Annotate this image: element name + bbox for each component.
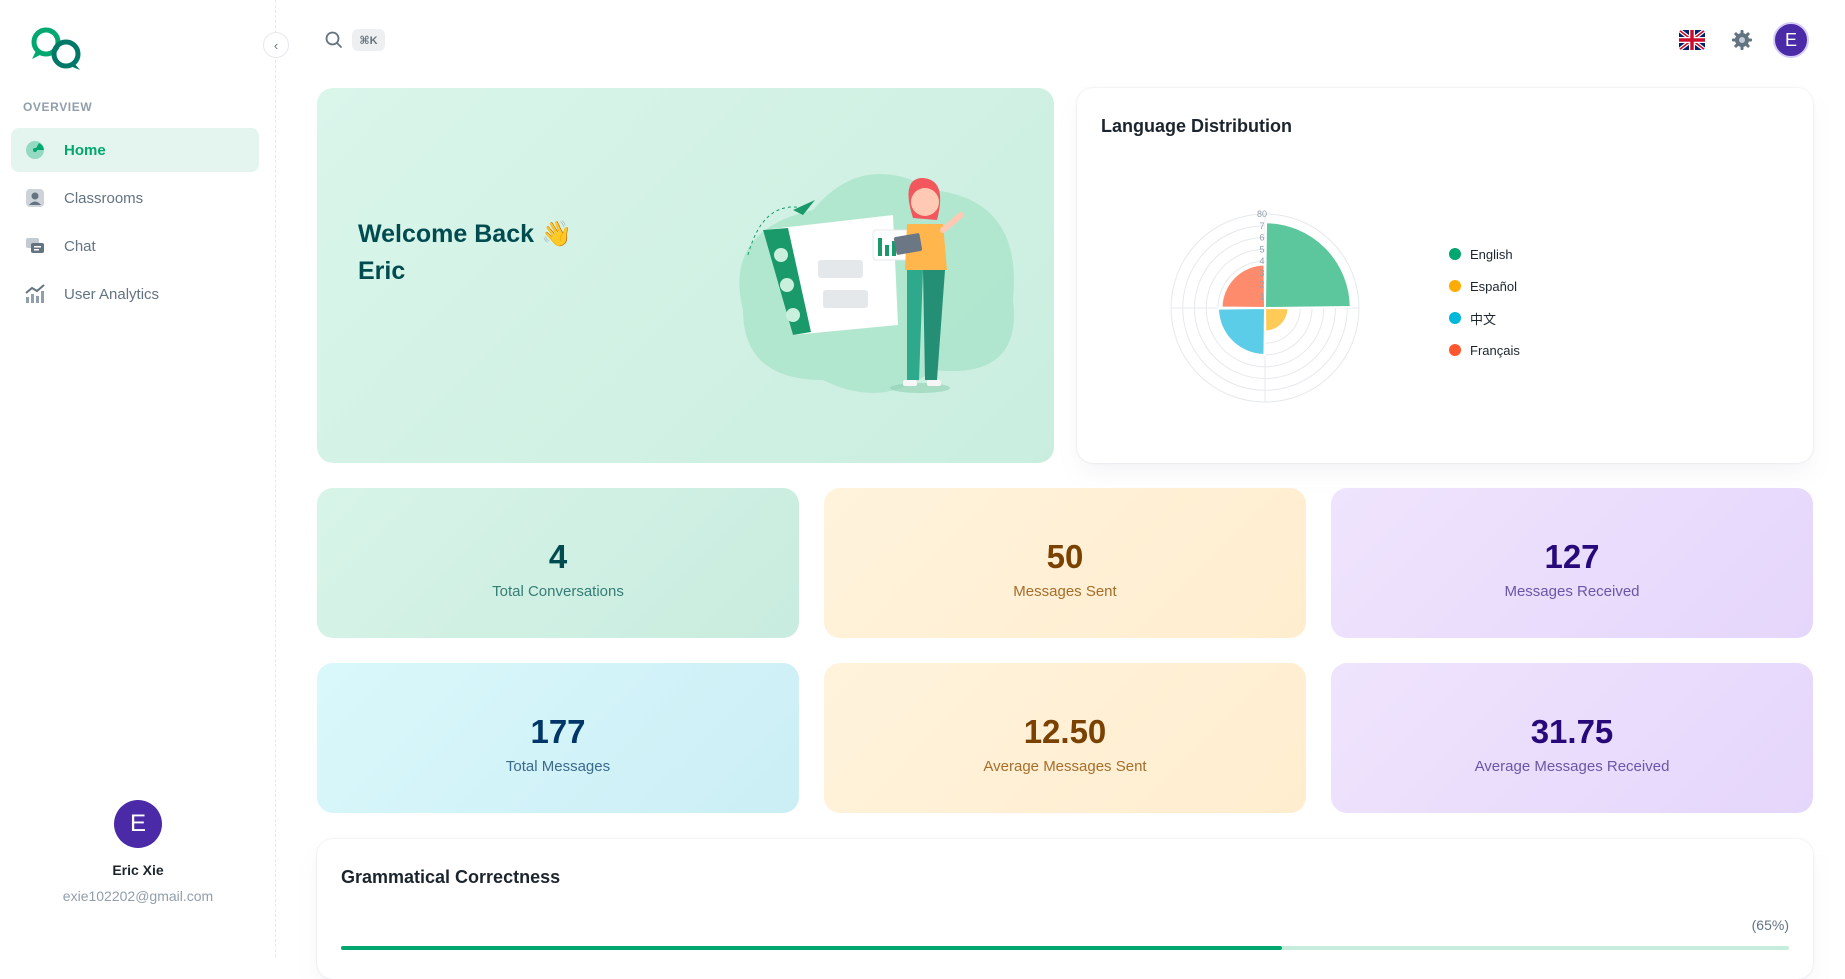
stat-value: 127 <box>1544 538 1600 575</box>
stat-value: 177 <box>530 713 586 750</box>
polar-tick-label: 2 <box>1259 280 1264 290</box>
sidebar-item-label: Home <box>64 141 106 159</box>
welcome-message: Welcome Back 👋 Eric <box>358 216 572 290</box>
sidebar-item-label: Classrooms <box>64 189 144 207</box>
sidebar-item-home[interactable]: Home <box>11 128 259 172</box>
search-icon[interactable] <box>324 30 344 50</box>
legend-label: Español <box>1470 278 1517 294</box>
stat-card-total-messages: 177 Total Messages <box>317 663 799 813</box>
user-email: exie102202@gmail.com <box>62 888 214 904</box>
stat-label: Total Messages <box>505 758 611 775</box>
stat-card-messages-received: 127 Messages Received <box>1331 488 1813 638</box>
legend-item[interactable]: 中文 <box>1449 302 1520 334</box>
stat-label: Messages Sent <box>1013 583 1117 600</box>
chart-legend: English Español 中文 Français <box>1449 238 1520 366</box>
stat-label: Total Conversations <box>492 583 624 600</box>
language-distribution-card: Language Distribution 80 7 6 5 4 3 2 1 English … <box>1077 88 1813 463</box>
polar-sector-Español[interactable] <box>1263 306 1290 333</box>
user-name: Eric Xie <box>112 862 164 878</box>
stat-card-messages-sent: 50 Messages Sent <box>824 488 1306 638</box>
language-polar-chart: 807654321 <box>1170 209 1360 403</box>
grammatical-correctness-card: Grammatical Correctness (65%) <box>317 839 1813 979</box>
gear-icon[interactable] <box>1731 29 1753 51</box>
legend-item[interactable]: Español <box>1449 270 1520 302</box>
user-icon <box>24 187 46 209</box>
polar-tick-label: 6 <box>1259 233 1264 243</box>
progress-track <box>341 946 1789 950</box>
stat-card-average-messages-received: 31.75 Average Messages Received <box>1331 663 1813 813</box>
sidebar-item-chat[interactable]: Chat <box>11 224 259 268</box>
card-title: Language Distribution <box>1101 116 1292 136</box>
polar-tick-label: 80 <box>1257 209 1267 219</box>
sidebar-user-profile: E Eric Xie exie102202@gmail.com <box>0 800 276 904</box>
avatar[interactable]: E <box>114 800 162 848</box>
polar-tick-label: 5 <box>1259 244 1264 254</box>
polar-tick-label: 3 <box>1259 268 1264 278</box>
sidebar-item-label: User Analytics <box>64 285 160 303</box>
welcome-card: Welcome Back 👋 Eric <box>317 88 1054 463</box>
stat-label: Average Messages Sent <box>983 758 1147 775</box>
header-avatar[interactable]: E <box>1773 22 1809 58</box>
sidebar-item-classrooms[interactable]: Classrooms <box>11 176 259 220</box>
chevron-left-icon: ‹ <box>273 37 279 53</box>
polar-sector-Français[interactable] <box>1220 263 1267 310</box>
stat-value: 12.50 <box>1023 713 1107 750</box>
collapse-sidebar-button[interactable]: ‹ <box>263 32 289 58</box>
stat-label: Average Messages Received <box>1474 758 1670 775</box>
sidebar: ‹ OVERVIEW Home Classrooms Chat User Ana… <box>0 0 289 957</box>
legend-dot <box>1449 280 1461 292</box>
search-shortcut-badge[interactable]: ⌘K <box>352 29 385 51</box>
legend-label: English <box>1470 246 1513 262</box>
stat-value: 4 <box>548 538 568 575</box>
progress-percent: (65%) <box>1751 917 1789 933</box>
card-title: Grammatical Correctness <box>341 867 561 887</box>
polar-tick-label: 4 <box>1259 256 1264 266</box>
welcome-user-name: Eric <box>358 257 406 285</box>
legend-dot <box>1449 312 1461 324</box>
polar-sector-中文[interactable] <box>1216 306 1267 357</box>
sidebar-item-user-analytics[interactable]: User Analytics <box>11 272 259 316</box>
progress-fill <box>341 946 1283 950</box>
polar-tick-label: 7 <box>1259 221 1264 231</box>
polar-tick-label: 1 <box>1259 291 1264 301</box>
legend-item[interactable]: English <box>1449 238 1520 270</box>
stat-value: 31.75 <box>1530 713 1614 750</box>
legend-label: 中文 <box>1470 311 1497 327</box>
stat-card-total-conversations: 4 Total Conversations <box>317 488 799 638</box>
sidebar-nav: Home Classrooms Chat User Analytics <box>11 128 259 320</box>
sidebar-item-label: Chat <box>64 237 96 255</box>
dashboard-icon <box>24 139 46 161</box>
welcome-illustration <box>723 160 1033 400</box>
uk-flag-icon[interactable] <box>1679 30 1705 50</box>
app-logo[interactable] <box>26 24 88 76</box>
stat-value: 50 <box>1046 538 1084 575</box>
stat-label: Messages Received <box>1504 583 1640 600</box>
analytics-icon <box>24 283 46 305</box>
stat-card-average-messages-sent: 12.50 Average Messages Sent <box>824 663 1306 813</box>
welcome-greeting: Welcome Back 👋 <box>358 220 573 248</box>
legend-dot <box>1449 344 1461 356</box>
legend-item[interactable]: Français <box>1449 334 1520 366</box>
polar-sector-English[interactable] <box>1263 221 1352 310</box>
chat-icon <box>24 235 46 257</box>
legend-dot <box>1449 248 1461 260</box>
legend-label: Français <box>1470 342 1520 358</box>
nav-section-label: OVERVIEW <box>23 100 93 114</box>
